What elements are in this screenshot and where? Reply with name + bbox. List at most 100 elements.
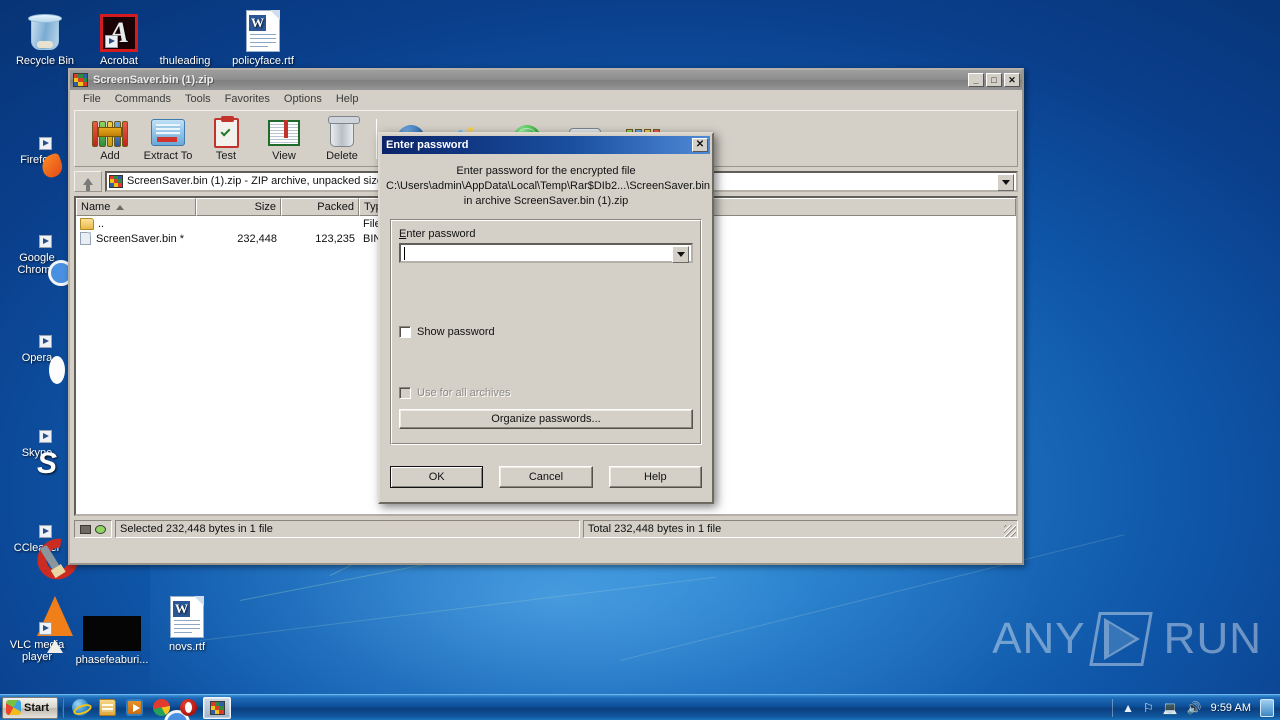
desktop-icon-thuleading[interactable]: thuleading: [148, 6, 222, 67]
clock[interactable]: 9:59 AM: [1211, 702, 1251, 714]
close-button[interactable]: ✕: [1004, 73, 1020, 87]
word-doc-icon: W: [226, 6, 300, 52]
toolbar-button-extract-to[interactable]: Extract To: [139, 116, 197, 162]
watermark-text-run: RUN: [1163, 614, 1262, 663]
organize-passwords-button[interactable]: Organize passwords...: [399, 409, 693, 429]
address-dropdown-arrow[interactable]: [997, 173, 1014, 191]
action-center-flag-icon[interactable]: ⚐: [1143, 702, 1154, 714]
password-group-box: Enter password Show password Use for all…: [390, 219, 702, 445]
desktop-icon-label: phasefeaburi...: [75, 654, 149, 666]
desktop-icon-recycle-bin[interactable]: Recycle Bin: [8, 6, 82, 67]
checkbox-box[interactable]: [399, 326, 411, 338]
desktop-icon-ccleaner[interactable]: CCleaner: [0, 493, 87, 588]
status-icons: [74, 520, 112, 538]
system-tray: ▲ ⚐ 💻 🔊 9:59 AM: [1112, 697, 1280, 719]
menu-item-commands[interactable]: Commands: [108, 92, 178, 106]
cell-name: ScreenSaver.bin *: [96, 232, 185, 245]
menu-item-favorites[interactable]: Favorites: [218, 92, 277, 106]
cancel-button[interactable]: Cancel: [499, 466, 593, 488]
use-for-all-archives-label: Use for all archives: [417, 387, 511, 399]
toolbar-button-test[interactable]: Test: [197, 115, 255, 162]
winrar-app-icon: [73, 73, 88, 87]
dialog-title-text: Enter password: [386, 139, 469, 151]
column-header-name[interactable]: Name: [76, 198, 196, 216]
maximize-button[interactable]: □: [986, 73, 1002, 87]
anyrun-play-logo-icon: [1088, 610, 1156, 668]
desktop-icon-vlc-media-player[interactable]: VLC media player: [0, 590, 74, 663]
desktop-icon-skype[interactable]: S Skype: [0, 398, 74, 480]
column-header-size[interactable]: Size: [196, 198, 281, 216]
show-desktop-button[interactable]: [1260, 698, 1274, 717]
cell-size: 232,448: [237, 232, 277, 245]
toolbar-button-delete[interactable]: Delete: [313, 115, 371, 162]
desktop-icon-novs-rtf[interactable]: W novs.rtf: [150, 592, 224, 653]
windows-explorer-icon[interactable]: [99, 699, 116, 716]
dialog-message-line2: C:\Users\admin\AppData\Local\Temp\Rar$DI…: [386, 180, 711, 192]
use-for-all-archives-checkbox: Use for all archives: [399, 387, 693, 399]
wallpaper-streak: [199, 576, 717, 641]
toolbar-button-view[interactable]: View: [255, 116, 313, 162]
desktop-icon-phasefeaburi[interactable]: phasefeaburi...: [75, 605, 149, 666]
menu-item-help[interactable]: Help: [329, 92, 366, 106]
view-icon: [255, 116, 313, 150]
recycle-bin-icon: [8, 6, 82, 52]
desktop-icon-acrobat[interactable]: A Acrobat: [82, 6, 156, 67]
toolbar-button-label: View: [272, 149, 296, 162]
taskbar-task-winrar[interactable]: [203, 696, 231, 719]
tray-separator: [1112, 698, 1114, 717]
minimize-button[interactable]: _: [968, 73, 984, 87]
password-dropdown-arrow[interactable]: [672, 246, 689, 263]
delete-icon: [313, 115, 371, 150]
toolbar-button-label: Test: [215, 149, 237, 162]
menu-item-options[interactable]: Options: [277, 92, 329, 106]
menu-item-file[interactable]: File: [76, 92, 108, 106]
password-label-rest: nter password: [406, 228, 476, 240]
windows-media-player-icon[interactable]: [126, 699, 143, 716]
show-hidden-icons-icon[interactable]: ▲: [1122, 702, 1134, 714]
ok-button[interactable]: OK: [390, 466, 484, 488]
column-header-packed[interactable]: Packed: [281, 198, 359, 216]
up-one-level-button[interactable]: [74, 170, 102, 192]
winrar-statusbar: Selected 232,448 bytes in 1 file Total 2…: [74, 520, 1018, 538]
opera-icon[interactable]: [180, 699, 197, 716]
toolbar-button-add[interactable]: Add: [81, 116, 139, 162]
toolbar-separator: [376, 118, 377, 159]
acrobat-icon: A: [82, 6, 156, 52]
status-total-text: Total 232,448 bytes in 1 file: [582, 520, 1018, 538]
vlc-icon: [0, 590, 74, 653]
blank-icon: [148, 6, 222, 52]
desktop-icon-label: novs.rtf: [168, 641, 206, 653]
network-icon[interactable]: 💻: [1163, 702, 1178, 714]
chrome-icon: [0, 203, 74, 249]
desktop-icon-firefox[interactable]: Firefox: [0, 105, 74, 166]
test-icon: [197, 115, 255, 150]
dialog-titlebar[interactable]: Enter password ✕: [382, 136, 710, 154]
google-chrome-icon[interactable]: [153, 699, 190, 720]
close-icon[interactable]: ✕: [692, 138, 708, 152]
desktop-icon-label: Firefox: [20, 154, 54, 166]
show-password-label: Show password: [417, 326, 495, 338]
watermark-text-any: ANY: [992, 614, 1086, 663]
opera-icon: [0, 303, 74, 349]
toolbar-button-label: Add: [100, 149, 120, 162]
desktop-icon-policyface-rtf[interactable]: W policyface.rtf: [226, 6, 300, 67]
show-password-checkbox[interactable]: Show password: [399, 326, 693, 338]
start-button[interactable]: Start: [2, 696, 58, 719]
desktop-icon-opera[interactable]: Opera: [0, 303, 74, 364]
add-archive-icon: [81, 116, 139, 150]
winrar-titlebar[interactable]: ScreenSaver.bin (1).zip _ □ ✕: [70, 70, 1022, 90]
toolbar-button-label: Delete: [326, 149, 358, 162]
status-selected-text: Selected 232,448 bytes in 1 file: [115, 520, 580, 538]
menu-item-tools[interactable]: Tools: [178, 92, 218, 106]
dialog-button-row: OK Cancel Help: [390, 466, 702, 488]
enter-password-dialog: Enter password ✕ Enter password for the …: [378, 132, 714, 504]
desktop-icon-label: Recycle Bin: [15, 55, 75, 67]
cell-packed: 123,235: [315, 232, 355, 245]
winrar-menubar: File Commands Tools Favorites Options He…: [70, 90, 1022, 108]
desktop-icon-google-chrome[interactable]: Google Chrome: [0, 203, 74, 276]
internet-explorer-icon[interactable]: [72, 699, 89, 716]
help-button[interactable]: Help: [608, 466, 702, 488]
password-input[interactable]: [399, 243, 693, 263]
volume-icon[interactable]: 🔊: [1187, 702, 1202, 714]
resize-grip[interactable]: [1004, 525, 1016, 537]
